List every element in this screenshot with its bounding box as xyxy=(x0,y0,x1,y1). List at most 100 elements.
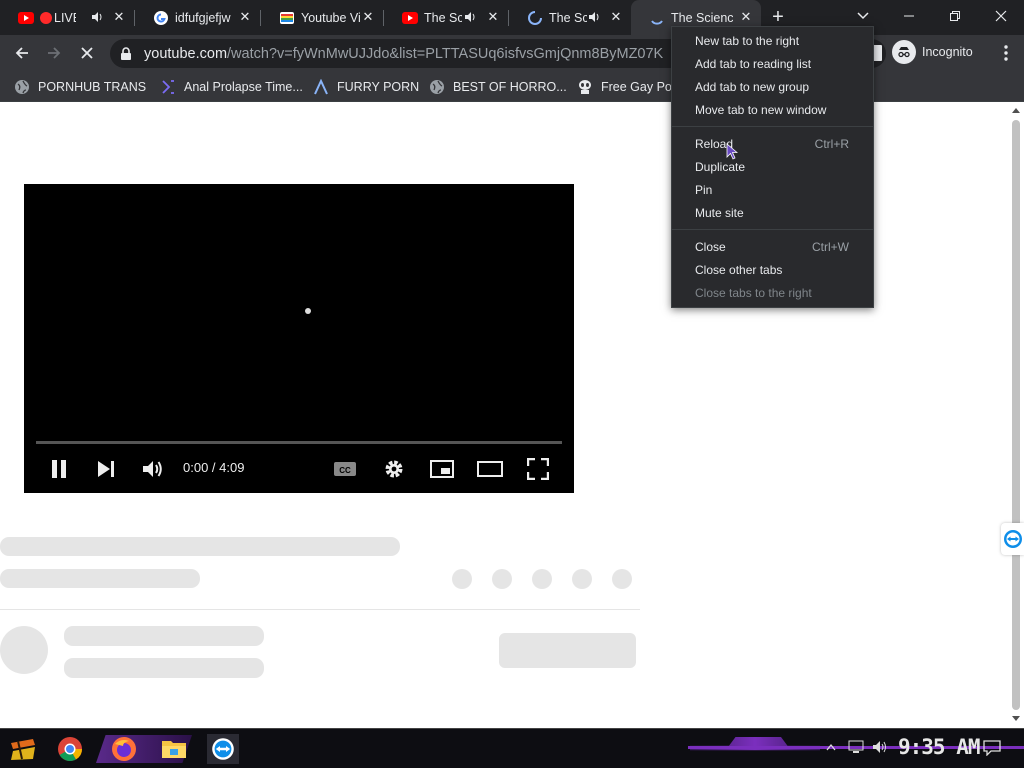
menu-item-move-to-window[interactable]: Move tab to new window xyxy=(672,99,873,122)
lambda-icon xyxy=(314,79,328,95)
globe-icon xyxy=(430,80,444,94)
minimize-button[interactable] xyxy=(886,0,932,32)
alien-icon xyxy=(579,80,591,94)
youtube-icon xyxy=(402,11,418,24)
tab-close-icon[interactable]: ✕ xyxy=(238,10,252,24)
video-player[interactable]: 0:00 / 4:09 CC xyxy=(24,184,574,493)
system-clock[interactable]: 9:35 AM xyxy=(898,735,981,759)
next-button[interactable] xyxy=(93,456,119,482)
tab-close-icon[interactable]: ✕ xyxy=(739,10,753,24)
youtube-icon xyxy=(18,11,34,24)
volume-tray-icon[interactable] xyxy=(872,740,888,754)
stop-loading-button[interactable] xyxy=(73,39,101,67)
fullscreen-button[interactable] xyxy=(525,456,551,482)
incognito-icon xyxy=(892,40,916,64)
close-window-button[interactable] xyxy=(978,0,1024,32)
gay-bar-icon xyxy=(280,11,294,24)
menu-item-add-reading-list[interactable]: Add tab to reading list xyxy=(672,53,873,76)
recording-dot-icon xyxy=(40,11,52,24)
bookmark-item[interactable]: PORNHUB TRANS xyxy=(14,77,146,97)
page-scrollbar[interactable] xyxy=(1008,103,1024,728)
menu-item-new-tab-right[interactable]: New tab to the right xyxy=(672,30,873,53)
tab-google[interactable]: idfufgjefjw ✕ xyxy=(135,0,260,35)
arrow-right-icon xyxy=(48,47,61,59)
chevron-down-icon xyxy=(857,12,869,20)
tab-title: The Scien xyxy=(549,10,587,25)
close-icon xyxy=(995,10,1007,22)
new-tab-button[interactable]: + xyxy=(768,7,788,27)
back-button[interactable] xyxy=(8,39,36,67)
speaker-icon[interactable] xyxy=(463,10,477,24)
menu-item-pin[interactable]: Pin xyxy=(672,179,873,202)
mouse-cursor-icon xyxy=(726,143,738,160)
captions-button[interactable]: CC xyxy=(332,456,358,482)
captions-icon: CC xyxy=(334,462,356,476)
divider xyxy=(0,609,640,610)
forward-button[interactable] xyxy=(40,39,68,67)
taskbar-teamviewer[interactable] xyxy=(207,734,239,764)
theater-mode-icon xyxy=(477,461,503,477)
bookmark-label: FURRY PORN xyxy=(337,80,420,94)
menu-item-mute-site[interactable]: Mute site xyxy=(672,202,873,225)
action-placeholder xyxy=(492,569,512,589)
browser-menu-button[interactable] xyxy=(992,39,1020,67)
miniplayer-button[interactable] xyxy=(429,456,455,482)
tab-title: The Scien xyxy=(424,10,462,25)
close-icon xyxy=(81,47,93,59)
speaker-icon[interactable] xyxy=(587,10,601,24)
tab-live[interactable]: LIVE ✕ xyxy=(0,0,134,35)
taskbar: 9:35 AM xyxy=(0,728,1024,768)
incognito-indicator[interactable]: Incognito xyxy=(892,39,973,65)
menu-item-add-to-group[interactable]: Add tab to new group xyxy=(672,76,873,99)
globe-icon xyxy=(15,80,29,94)
tab-youtube-views[interactable]: Youtube Views ✕ xyxy=(261,0,383,35)
network-icon[interactable] xyxy=(848,740,864,754)
lock-icon[interactable] xyxy=(120,46,132,61)
tab-the-science-1[interactable]: The Scien ✕ xyxy=(384,0,508,35)
shortcut-label: Ctrl+W xyxy=(812,240,849,254)
teamviewer-side-tab[interactable] xyxy=(1001,523,1024,555)
bookmark-item[interactable]: Anal Prolapse Time... xyxy=(160,77,303,97)
tab-close-icon[interactable]: ✕ xyxy=(361,10,375,24)
tab-context-menu: New tab to the right Add tab to reading … xyxy=(671,26,874,308)
bookmark-item[interactable]: FURRY PORN xyxy=(313,77,419,97)
chrome-icon xyxy=(58,737,82,762)
start-button[interactable] xyxy=(8,734,38,764)
menu-item-close[interactable]: Close Ctrl+W xyxy=(672,236,873,259)
tab-the-science-2[interactable]: The Scien ✕ xyxy=(509,0,631,35)
restore-button[interactable] xyxy=(932,0,978,32)
teamviewer-icon xyxy=(212,738,234,760)
tab-close-icon[interactable]: ✕ xyxy=(486,10,500,24)
taskbar-chrome[interactable] xyxy=(55,734,85,764)
scroll-down-icon[interactable] xyxy=(1012,716,1020,722)
menu-item-label: Move tab to new window xyxy=(695,103,827,117)
pause-button[interactable] xyxy=(46,456,72,482)
menu-item-close-other-tabs[interactable]: Close other tabs xyxy=(672,259,873,282)
taskbar-firefox[interactable] xyxy=(109,734,139,764)
tab-close-icon[interactable]: ✕ xyxy=(112,10,126,24)
menu-item-duplicate[interactable]: Duplicate xyxy=(672,156,873,179)
chevron-up-icon[interactable] xyxy=(826,743,836,751)
folder-icon xyxy=(162,741,186,758)
menu-item-label: Close other tabs xyxy=(695,263,783,277)
theater-mode-button[interactable] xyxy=(477,456,503,482)
gear-icon xyxy=(385,460,403,478)
google-icon xyxy=(154,10,168,25)
bookmark-item[interactable]: BEST OF HORRO... xyxy=(429,77,567,97)
scroll-up-icon[interactable] xyxy=(1012,107,1020,113)
tab-close-icon[interactable]: ✕ xyxy=(609,10,623,24)
scrollbar-thumb[interactable] xyxy=(1012,120,1020,710)
menu-item-reload[interactable]: Reload Ctrl+R xyxy=(672,133,873,156)
skip-next-icon xyxy=(98,461,114,477)
url-text[interactable]: youtube.com/watch?v=fyWnMwUJJdo&list=PLT… xyxy=(144,46,663,62)
taskbar-file-explorer[interactable] xyxy=(159,734,189,764)
settings-button[interactable] xyxy=(381,456,407,482)
speaker-icon[interactable] xyxy=(90,10,104,24)
subscribers-placeholder xyxy=(64,658,264,678)
notifications-icon[interactable] xyxy=(983,740,1001,756)
volume-button[interactable] xyxy=(140,456,166,482)
bookmark-item[interactable]: Free Gay Por xyxy=(577,77,676,97)
bookmark-label: Anal Prolapse Time... xyxy=(184,80,303,94)
time-display: 0:00 / 4:09 xyxy=(183,460,245,475)
progress-bar[interactable] xyxy=(36,441,562,444)
